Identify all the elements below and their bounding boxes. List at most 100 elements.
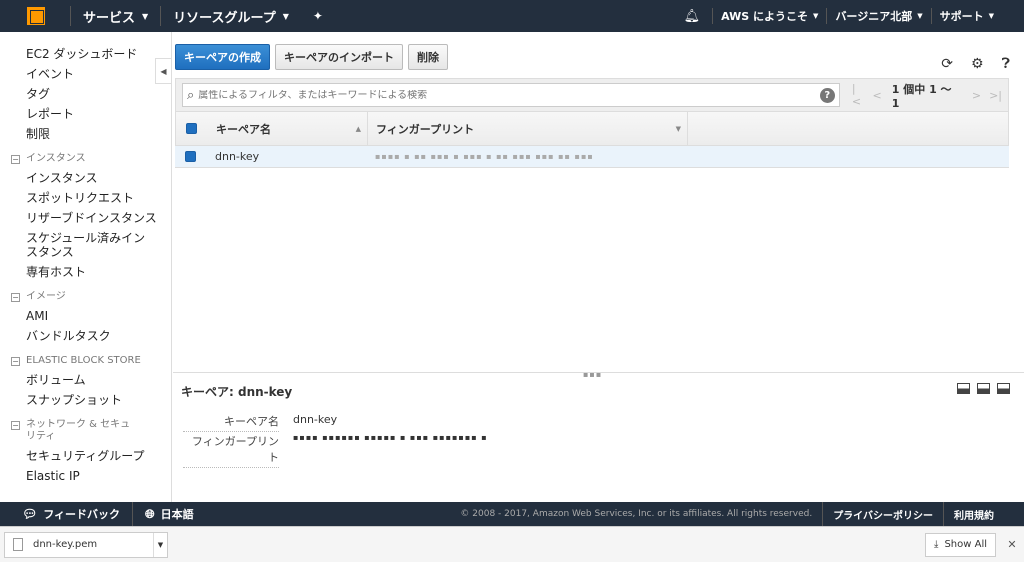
sidebar-item-instances[interactable]: インスタンス (0, 168, 171, 188)
region-menu-label: バージニア北部 (835, 10, 913, 23)
sidebar-section-label: イメージ (26, 291, 66, 302)
collapse-icon[interactable]: − (11, 421, 20, 430)
table-header: キーペア名 ▲ フィンガープリント ▼ (175, 112, 1009, 146)
sidebar-item-spot-requests[interactable]: スポットリクエスト (0, 188, 171, 208)
table-row[interactable]: dnn-key ▪▪▪▪ ▪ ▪▪ ▪▪▪ ▪ ▪▪▪ ▪ ▪▪ ▪▪▪ ▪▪▪… (175, 146, 1009, 168)
sidebar-item-events[interactable]: イベント (0, 64, 171, 84)
sidebar-item-reports[interactable]: レポート (0, 104, 171, 124)
select-all-checkbox[interactable] (185, 123, 197, 134)
page-count: 1 個中 1 〜 1 (891, 82, 952, 110)
language-button[interactable]: 🌐︎ 日本語 (132, 502, 206, 526)
key-pair-grid: ⌕ ? |< < 1 個中 1 〜 1 > >| キーペア名 ▲ フィンガープリ… (175, 78, 1009, 402)
pin-icon[interactable]: ✦ (301, 9, 335, 23)
create-key-pair-button[interactable]: キーペアの作成 (175, 44, 270, 70)
bell-icon[interactable]: 🔔︎ (672, 9, 713, 24)
row-checkbox[interactable] (184, 151, 196, 162)
detail-label: フィンガープリント (183, 433, 279, 468)
sidebar-section-instances[interactable]: − インスタンス (0, 150, 171, 168)
resize-grip-icon[interactable]: ▪▪▪ (583, 370, 602, 379)
feedback-label: フィードバック (43, 508, 121, 521)
collapse-icon[interactable]: − (11, 293, 20, 302)
show-all-button[interactable]: ⤓ Show All (925, 532, 996, 557)
prev-page-icon[interactable]: < (873, 89, 882, 102)
sidebar-item-limits[interactable]: 制限 (0, 124, 171, 144)
account-menu-label: AWS にようこそ (721, 10, 809, 23)
gear-icon[interactable]: ⚙ (971, 56, 984, 72)
copyright-text: © 2008 - 2017, Amazon Web Services, Inc.… (460, 509, 813, 519)
feedback-button[interactable]: 💬︎ フィードバック (0, 502, 132, 526)
sidebar-item-reserved-instances[interactable]: リザーブドインスタンス (0, 208, 171, 228)
download-bar: dnn-key.pem ▼ ⤓ Show All ✕ (0, 526, 1024, 562)
chevron-down-icon: ▼ (142, 11, 149, 21)
show-all-label: Show All (944, 539, 987, 550)
sidebar-section-label: ELASTIC BLOCK STORE (26, 355, 141, 366)
row-select-cell (175, 151, 205, 162)
pane-full-icon[interactable] (997, 383, 1010, 394)
resource-groups-label: リソースグループ (173, 10, 276, 26)
column-header-name[interactable]: キーペア名 ▲ (206, 112, 368, 145)
sidebar-item-dashboard[interactable]: EC2 ダッシュボード (0, 44, 171, 64)
pane-split-icon[interactable] (977, 383, 990, 394)
delete-button[interactable]: 削除 (408, 44, 448, 70)
sidebar-item-tags[interactable]: タグ (0, 84, 171, 104)
column-header-label: フィンガープリント (376, 122, 475, 136)
aws-logo-icon[interactable] (20, 0, 52, 32)
collapse-icon[interactable]: − (11, 155, 20, 164)
chevron-down-icon[interactable]: ▼ (153, 532, 167, 557)
search-help-icon[interactable]: ? (819, 87, 835, 103)
first-page-icon[interactable]: |< (852, 82, 865, 108)
support-menu[interactable]: サポート ▼ (932, 0, 1024, 32)
resource-groups-menu[interactable]: リソースグループ ▼ (161, 0, 301, 32)
footer: 💬︎ フィードバック 🌐︎ 日本語 © 2008 - 2017, Amazon … (0, 502, 1024, 526)
sidebar-section-label: インスタンス (26, 153, 86, 164)
sidebar-item-elastic-ip[interactable]: Elastic IP (0, 466, 171, 486)
sidebar-section-network[interactable]: − ネットワーク & セキュリティ (0, 416, 140, 446)
services-menu[interactable]: サービス ▼ (71, 0, 160, 32)
search-box: ⌕ ? (182, 83, 840, 107)
sort-icon[interactable]: ▼ (676, 125, 681, 133)
collapse-icon[interactable]: − (11, 357, 20, 366)
sort-asc-icon[interactable]: ▲ (356, 125, 361, 133)
last-page-icon[interactable]: >| (989, 89, 1002, 102)
toolbar: キーペアの作成 キーペアのインポート 削除 (175, 44, 448, 70)
column-header-fingerprint[interactable]: フィンガープリント ▼ (368, 112, 688, 145)
sidebar-item-scheduled-instances[interactable]: スケジュール済みインスタンス (0, 228, 150, 262)
download-item[interactable]: dnn-key.pem ▼ (4, 531, 168, 558)
key-name-value: dnn-key (215, 150, 260, 163)
sidebar-item-security-groups[interactable]: セキュリティグループ (0, 446, 171, 466)
close-icon[interactable]: ✕ (1000, 538, 1024, 551)
sidebar-section-ebs[interactable]: − ELASTIC BLOCK STORE (0, 352, 171, 370)
search-input[interactable] (198, 89, 820, 101)
globe-icon: 🌐︎ (145, 506, 155, 521)
sidebar-section-images[interactable]: − イメージ (0, 288, 171, 306)
detail-value: dnn-key (293, 413, 338, 426)
help-icon[interactable]: ❓︎ (1002, 56, 1010, 72)
fingerprint-redacted: ▪▪▪▪ ▪▪▪▪▪▪ ▪▪▪▪▪ ▪ ▪▪▪ ▪▪▪▪▪▪▪ ▪ (293, 433, 488, 442)
fingerprint-cell: ▪▪▪▪ ▪ ▪▪ ▪▪▪ ▪ ▪▪▪ ▪ ▪▪ ▪▪▪ ▪▪▪ ▪▪ ▪▪▪ (367, 146, 787, 167)
tool-icons: ⟳ ⚙ ❓︎ (941, 56, 1010, 72)
privacy-link[interactable]: プライバシーポリシー (822, 502, 943, 526)
select-all-cell (176, 123, 206, 134)
search-icon: ⌕ (187, 87, 195, 103)
support-menu-label: サポート (939, 10, 984, 23)
sidebar-item-ami[interactable]: AMI (0, 306, 171, 326)
sidebar-item-dedicated-hosts[interactable]: 専有ホスト (0, 262, 171, 282)
pane-bottom-icon[interactable] (957, 383, 970, 394)
next-page-icon[interactable]: > (972, 89, 981, 102)
chevron-down-icon: ▼ (813, 12, 819, 20)
import-key-pair-button[interactable]: キーペアのインポート (275, 44, 403, 70)
sidebar-item-volumes[interactable]: ボリューム (0, 370, 171, 390)
detail-label: キーペア名 (183, 413, 279, 432)
terms-link[interactable]: 利用規約 (943, 502, 1024, 526)
account-menu[interactable]: AWS にようこそ ▼ (713, 0, 826, 32)
chevron-down-icon: ▼ (282, 11, 289, 21)
speech-bubble-icon: 💬︎ (22, 507, 38, 521)
download-icon: ⤓ (934, 539, 939, 550)
fingerprint-redacted: ▪▪▪▪ ▪ ▪▪ ▪▪▪ ▪ ▪▪▪ ▪ ▪▪ ▪▪▪ ▪▪▪ ▪▪ ▪▪▪ (375, 152, 594, 161)
pane-layout-icons (957, 383, 1010, 394)
sidebar-item-bundle-tasks[interactable]: バンドルタスク (0, 326, 171, 346)
refresh-icon[interactable]: ⟳ (941, 56, 953, 72)
region-menu[interactable]: バージニア北部 ▼ (827, 0, 930, 32)
collapse-sidebar-icon[interactable]: ◀ (155, 58, 171, 84)
sidebar-item-snapshots[interactable]: スナップショット (0, 390, 171, 410)
